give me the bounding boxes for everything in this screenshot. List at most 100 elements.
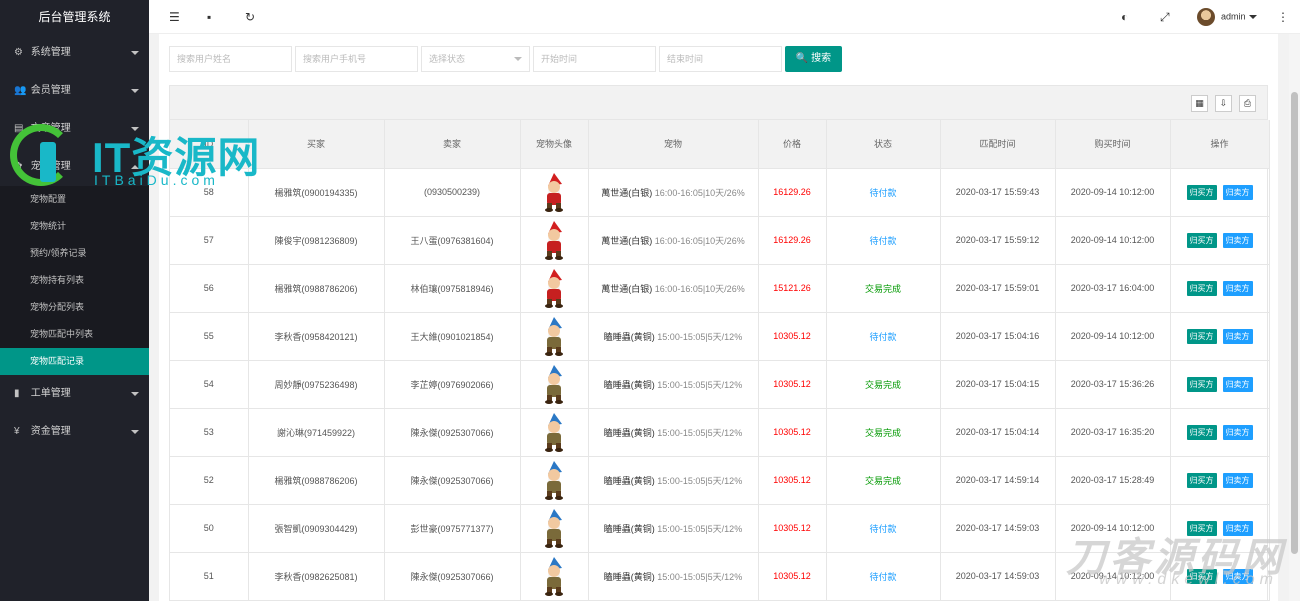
assign-buyer-button[interactable]: 归买方 [1186, 376, 1217, 392]
table-row: 53 謝沁琳(971459922) 陳永傑(0925307066) 瞌睡蟲(黄铜) 1… [170, 408, 1270, 457]
sidebar-item-articles[interactable]: ▤ 文章管理 [0, 110, 149, 148]
pet-name: 瞌睡蟲(黄铜) [603, 427, 655, 438]
sidebar-subitem-pet-matching[interactable]: 宠物匹配中列表 [0, 321, 149, 348]
assign-seller-button[interactable]: 归卖方 [1222, 520, 1253, 536]
start-time-input[interactable]: 开始时间 [533, 46, 656, 72]
cell-buy-time: 2020-03-17 15:28:49 [1055, 456, 1171, 505]
assign-seller-button[interactable]: 归卖方 [1222, 376, 1253, 392]
cell-buyer: 李秋香(0958420121) [248, 312, 385, 361]
chevron-down-icon [131, 89, 139, 93]
cell-pet-avatar [520, 456, 589, 505]
page-scrollbar[interactable] [1289, 34, 1300, 601]
assign-buyer-button[interactable]: 归买方 [1186, 328, 1217, 344]
assign-buyer-button[interactable]: 归买方 [1186, 184, 1217, 200]
sidebar-item-label: 文章管理 [30, 123, 71, 134]
cell-pet: 瞌睡蟲(黄铜) 15:00-15:05|5天/12% [588, 360, 759, 409]
cell-status: 待付款 [826, 216, 941, 265]
username-search-input[interactable]: 搜索用户姓名 [169, 46, 292, 72]
cell-seller: 陳永傑(0925307066) [384, 408, 521, 457]
print-icon[interactable]: ⎙ [1239, 95, 1256, 112]
pet-avatar-image [539, 365, 569, 404]
assign-seller-button[interactable]: 归卖方 [1222, 568, 1253, 584]
assign-buyer-button[interactable]: 归买方 [1186, 568, 1217, 584]
cell-buy-time: 2020-03-17 15:36:26 [1055, 360, 1171, 409]
sidebar-item-pets[interactable]: ✿ 宠物管理 [0, 148, 149, 186]
cell-match-time: 2020-03-17 14:59:14 [940, 456, 1056, 505]
assign-seller-button[interactable]: 归卖方 [1222, 280, 1253, 296]
cell-status: 交易完成 [826, 408, 941, 457]
assign-buyer-button[interactable]: 归买方 [1186, 520, 1217, 536]
cell-actions: 归买方 归卖方 [1170, 504, 1270, 553]
sidebar-item-tickets[interactable]: ▮ 工单管理 [0, 375, 149, 413]
menu-toggle-icon[interactable]: ☰ [169, 10, 180, 24]
paw-icon: ✿ [14, 161, 23, 172]
assign-seller-button[interactable]: 归卖方 [1222, 184, 1253, 200]
sidebar-subitem-pet-allocation[interactable]: 宠物分配列表 [0, 294, 149, 321]
search-icon: 🔍 [795, 53, 809, 64]
document-icon: ▮ [14, 388, 20, 399]
scrollbar-thumb[interactable] [1291, 92, 1298, 554]
sidebar-item-funds[interactable]: ¥ 资金管理 [0, 413, 149, 451]
cell-pet-avatar [520, 312, 589, 361]
pet-avatar-image [539, 221, 569, 260]
sidebar-subitem-pet-stats[interactable]: 宠物统计 [0, 213, 149, 240]
cell-match-time: 2020-03-17 14:59:03 [940, 504, 1056, 553]
phone-search-input[interactable]: 搜索用户手机号 [295, 46, 418, 72]
theme-icon[interactable]: ◐ [1121, 10, 1128, 24]
cell-match-time: 2020-03-17 15:59:01 [940, 264, 1056, 313]
pet-name: 萬世通(白银) [601, 235, 653, 246]
cell-pet: 瞌睡蟲(黄铜) 15:00-15:05|5天/12% [588, 456, 759, 505]
pet-detail: 15:00-15:05|5天/12% [657, 475, 743, 486]
sidebar-item-label: 资金管理 [30, 426, 71, 437]
pet-avatar-image [539, 413, 569, 452]
sidebar: 后台管理系统 ⚙ 系统管理 👥 会员管理 ▤ 文章管理 ✿ 宠物管理 宠物配置 … [0, 0, 149, 601]
assign-buyer-button[interactable]: 归买方 [1186, 424, 1217, 440]
cell-match-time: 2020-03-17 15:59:43 [940, 168, 1056, 217]
cell-status: 待付款 [826, 504, 941, 553]
sidebar-subitem-reservation-records[interactable]: 预约/领养记录 [0, 240, 149, 267]
sidebar-item-members[interactable]: 👥 会员管理 [0, 72, 149, 110]
sidebar-item-system[interactable]: ⚙ 系统管理 [0, 34, 149, 72]
pet-name: 萬世通(白银) [601, 283, 653, 294]
cell-match-time: 2020-03-17 15:04:15 [940, 360, 1056, 409]
assign-seller-button[interactable]: 归卖方 [1222, 424, 1253, 440]
column-header: 买家 [248, 120, 385, 169]
cell-price: 10305.12 [758, 552, 827, 601]
cell-price: 16129.26 [758, 168, 827, 217]
pet-detail: 15:00-15:05|5天/12% [657, 331, 743, 342]
assign-seller-button[interactable]: 归卖方 [1222, 328, 1253, 344]
assign-buyer-button[interactable]: 归买方 [1186, 232, 1217, 248]
user-menu[interactable]: admin [1197, 8, 1257, 26]
message-icon[interactable]: ▪ [207, 10, 211, 24]
cell-actions: 归买方 归卖方 [1170, 360, 1270, 409]
sidebar-subitem-pet-holdings[interactable]: 宠物持有列表 [0, 267, 149, 294]
assign-buyer-button[interactable]: 归买方 [1186, 472, 1217, 488]
search-button[interactable]: 🔍 搜索 [785, 46, 842, 72]
sidebar-item-label: 会员管理 [30, 85, 71, 96]
gear-icon: ⚙ [14, 47, 23, 58]
cell-price: 10305.12 [758, 456, 827, 505]
book-icon: ▤ [14, 123, 24, 134]
fullscreen-icon[interactable]: ⤢ [1160, 10, 1170, 25]
pet-detail: 15:00-15:05|5天/12% [657, 379, 743, 390]
cell-id: 52 [170, 456, 249, 505]
sidebar-subitem-match-records[interactable]: 宠物匹配记录 [0, 348, 149, 375]
chevron-down-icon [131, 392, 139, 396]
columns-filter-icon[interactable]: ▦ [1191, 95, 1208, 112]
refresh-icon[interactable]: ↻ [245, 10, 255, 24]
assign-seller-button[interactable]: 归卖方 [1222, 232, 1253, 248]
assign-buyer-button[interactable]: 归买方 [1186, 280, 1217, 296]
more-icon[interactable]: ⋮ [1277, 10, 1289, 24]
pet-submenu: 宠物配置 宠物统计 预约/领养记录 宠物持有列表 宠物分配列表 宠物匹配中列表 … [0, 186, 149, 375]
column-header: 操作 [1170, 120, 1270, 169]
sidebar-item-label: 宠物管理 [30, 161, 71, 172]
chevron-down-icon [131, 51, 139, 55]
cell-price: 16129.26 [758, 216, 827, 265]
assign-seller-button[interactable]: 归卖方 [1222, 472, 1253, 488]
end-time-input[interactable]: 结束时间 [659, 46, 782, 72]
pet-name: 瞌睡蟲(黄铜) [603, 571, 655, 582]
cell-status: 待付款 [826, 168, 941, 217]
status-select[interactable]: 选择状态 [421, 46, 530, 72]
export-icon[interactable]: ⇩ [1215, 95, 1232, 112]
sidebar-subitem-pet-config[interactable]: 宠物配置 [0, 186, 149, 213]
